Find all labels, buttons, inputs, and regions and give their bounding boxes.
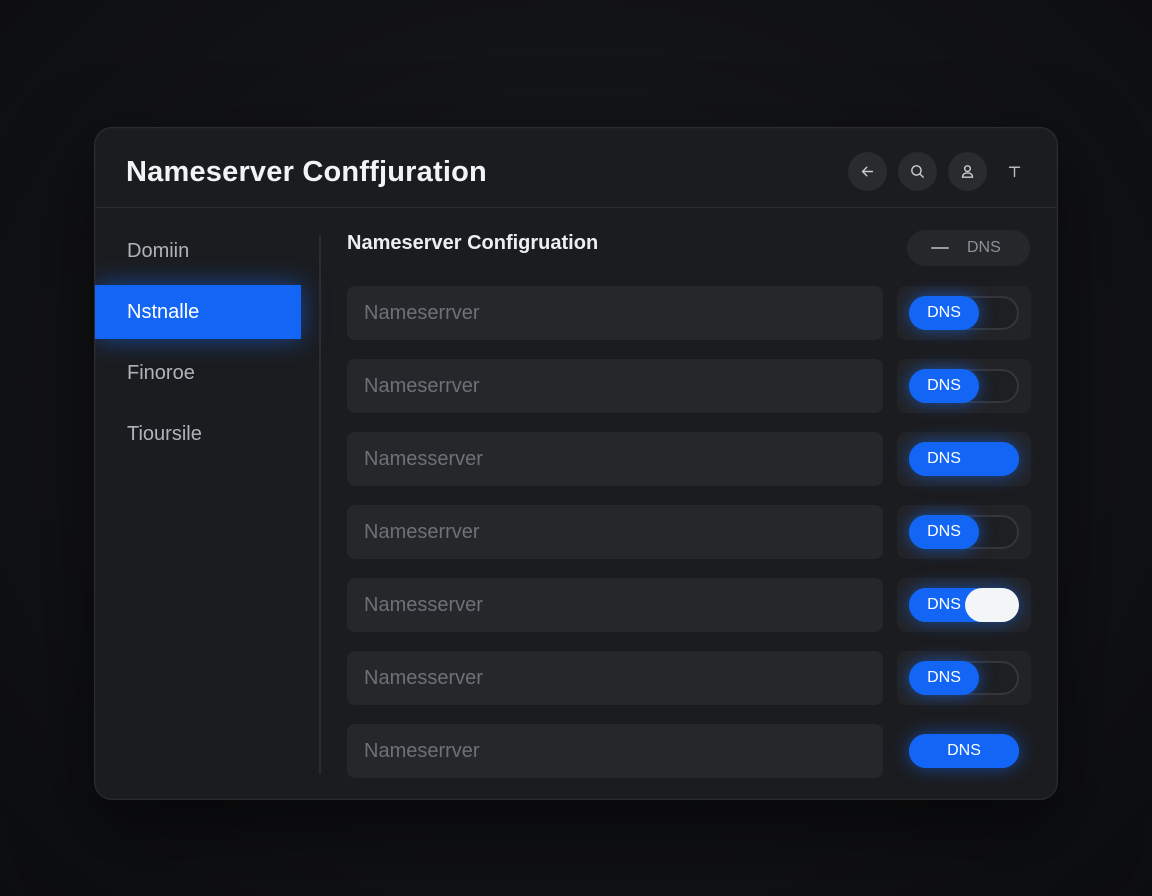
- sidebar-item-finance[interactable]: Finoroe: [95, 346, 301, 400]
- nameserver-placeholder: Nameserrver: [364, 739, 480, 762]
- user-icon: [961, 165, 974, 178]
- toggle-thumb: [965, 588, 1019, 622]
- minus-icon: [931, 247, 949, 249]
- search-button[interactable]: [898, 152, 937, 191]
- nameserver-input-7[interactable]: Nameserrver: [347, 724, 883, 778]
- nameserver-placeholder: Namesserver: [364, 593, 483, 616]
- nameserver-input-1[interactable]: Nameserrver: [347, 286, 883, 340]
- toggle-label: DNS: [927, 596, 961, 613]
- sidebar-item-label: Tioursile: [127, 422, 202, 445]
- toggle-knob: DNS: [909, 369, 979, 403]
- dns-toggle-7[interactable]: DNS: [909, 734, 1019, 768]
- sidebar-item-label: Domiin: [127, 239, 190, 262]
- text-icon: [1008, 166, 1021, 178]
- sidebar-item-tours[interactable]: Tioursile: [95, 407, 301, 461]
- sidebar-item-label: Finoroe: [127, 361, 195, 384]
- section-title: Nameserver Configruation: [347, 232, 599, 254]
- toggle-knob: DNS: [909, 296, 979, 330]
- back-arrow-icon: [861, 166, 874, 177]
- toggle-knob: DNS: [909, 734, 1019, 768]
- sidebar-item-install[interactable]: Nstnalle: [95, 285, 301, 339]
- sidebar-divider: [319, 236, 321, 774]
- nameserver-placeholder: Namesserver: [364, 666, 483, 689]
- dns-pill-label: DNS: [967, 239, 1001, 256]
- toggle-label: DNS: [927, 304, 961, 321]
- dns-toggle-2[interactable]: DNS: [909, 369, 1019, 403]
- toggle-label: DNS: [927, 523, 961, 540]
- nameserver-input-6[interactable]: Namesserver: [347, 651, 883, 705]
- sidebar: Domiin Nstnalle Finoroe Tioursile: [95, 208, 319, 799]
- search-icon: [911, 165, 924, 178]
- dns-toggle-6[interactable]: DNS: [909, 661, 1019, 695]
- toggle-knob: DNS: [909, 442, 979, 476]
- window-header: Nameserver Conffjuration: [95, 128, 1057, 208]
- nameserver-input-2[interactable]: Nameserrver: [347, 359, 883, 413]
- sidebar-item-domain[interactable]: Domiin: [95, 224, 301, 278]
- text-button[interactable]: [995, 152, 1034, 191]
- toggle-label: DNS: [927, 377, 961, 394]
- nameserver-input-4[interactable]: Nameserrver: [347, 505, 883, 559]
- toggle-label: DNS: [927, 450, 961, 467]
- dns-toggle-3[interactable]: DNS: [909, 442, 1019, 476]
- nameserver-placeholder: Nameserrver: [364, 374, 480, 397]
- toggle-knob: DNS: [909, 661, 979, 695]
- nameserver-input-3[interactable]: Namesserver: [347, 432, 883, 486]
- nameserver-placeholder: Nameserrver: [364, 301, 480, 324]
- dns-filter-pill[interactable]: DNS: [907, 230, 1030, 266]
- dns-toggle-1[interactable]: DNS: [909, 296, 1019, 330]
- nameserver-placeholder: Nameserrver: [364, 520, 480, 543]
- nameserver-input-5[interactable]: Namesserver: [347, 578, 883, 632]
- dns-toggle-4[interactable]: DNS: [909, 515, 1019, 549]
- user-button[interactable]: [948, 152, 987, 191]
- nameserver-placeholder: Namesserver: [364, 447, 483, 470]
- toggle-knob: DNS: [909, 515, 979, 549]
- toggle-label: DNS: [927, 669, 961, 686]
- page-title: Nameserver Conffjuration: [126, 156, 487, 188]
- dns-toggle-5[interactable]: DNS: [909, 588, 1019, 622]
- config-window: Nameserver Conffjuration Domiin Nstnalle…: [94, 127, 1058, 800]
- sidebar-item-label: Nstnalle: [127, 300, 200, 323]
- back-button[interactable]: [848, 152, 887, 191]
- toggle-label: DNS: [947, 742, 981, 759]
